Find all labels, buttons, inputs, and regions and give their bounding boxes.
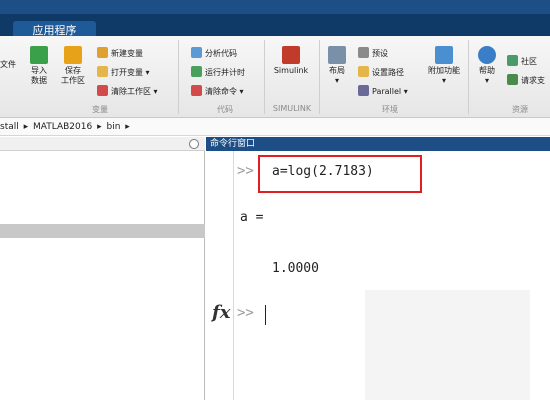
new-variable-icon	[97, 47, 108, 58]
open-variable-icon	[97, 66, 108, 77]
run-time-icon	[191, 66, 202, 77]
output-variable: a =	[240, 210, 264, 225]
panel-header	[0, 137, 205, 151]
help-icon	[478, 46, 496, 64]
preferences-button[interactable]: 预设	[358, 47, 388, 61]
ribbon-separator	[264, 40, 265, 114]
run-and-time-button[interactable]: 运行并计时	[191, 66, 245, 80]
community-button[interactable]: 社区	[507, 55, 537, 69]
clear-commands-button[interactable]: 清除命令 ▾	[191, 85, 244, 99]
group-label-environment: 环境	[382, 105, 398, 114]
request-support-button[interactable]: 请求支	[507, 74, 545, 88]
group-label-resources: 资源	[512, 105, 528, 114]
import-data-button[interactable]: 导入 数据	[26, 46, 52, 86]
command-prompt: >>	[237, 163, 254, 179]
command-gutter	[206, 151, 234, 400]
output-value: 1.0000	[272, 261, 319, 276]
path-separator: ▸	[97, 122, 102, 132]
gear-icon	[358, 47, 369, 58]
current-folder-panel	[0, 137, 205, 400]
open-variable-button[interactable]: 打开变量 ▾	[97, 66, 150, 80]
panel-options-icon[interactable]	[189, 139, 199, 149]
command-prompt: >>	[237, 305, 254, 321]
command-window-title: 命令行窗口	[206, 137, 550, 151]
import-icon	[30, 46, 48, 64]
ribbon-separator	[468, 40, 469, 114]
addons-button[interactable]: 附加功能 ▾	[424, 46, 464, 86]
save-workspace-button[interactable]: 保存 工作区	[58, 46, 88, 86]
parallel-button[interactable]: Parallel ▾	[358, 85, 408, 99]
current-folder-path[interactable]: stall ▸ MATLAB2016 ▸ bin ▸	[0, 118, 550, 136]
path-segment[interactable]: stall	[0, 122, 19, 132]
parallel-icon	[358, 85, 369, 96]
analyze-code-button[interactable]: 分析代码	[191, 47, 237, 61]
simulink-icon	[282, 46, 300, 64]
faded-area	[365, 290, 530, 400]
layout-button[interactable]: 布局 ▾	[323, 46, 351, 86]
ribbon-separator	[178, 40, 179, 114]
new-variable-button[interactable]: 新建变量	[97, 47, 143, 61]
path-segment[interactable]: MATLAB2016	[33, 122, 92, 132]
highlight-box	[258, 155, 422, 193]
path-segment[interactable]: bin	[106, 122, 120, 132]
group-label-code: 代码	[217, 105, 233, 114]
community-icon	[507, 55, 518, 66]
file-button[interactable]: 文件	[0, 58, 16, 72]
group-label-simulink: SIMULINK	[272, 104, 312, 113]
clear-workspace-icon	[97, 85, 108, 96]
title-bar	[0, 0, 550, 14]
clear-commands-icon	[191, 85, 202, 96]
group-label-variable: 变量	[92, 105, 108, 114]
layout-icon	[328, 46, 346, 64]
analyze-icon	[191, 47, 202, 58]
addons-icon	[435, 46, 453, 64]
text-cursor	[265, 305, 266, 325]
function-browser-icon[interactable]: fx	[212, 302, 230, 323]
folder-icon	[358, 66, 369, 77]
support-icon	[507, 74, 518, 85]
path-separator: ▸	[125, 122, 130, 132]
selected-file-row[interactable]	[0, 224, 205, 238]
path-separator: ▸	[23, 122, 29, 132]
set-path-button[interactable]: 设置路径	[358, 66, 404, 80]
simulink-button[interactable]: Simulink	[268, 46, 314, 76]
ribbon-separator	[319, 40, 320, 114]
clear-workspace-button[interactable]: 清除工作区 ▾	[97, 85, 158, 99]
help-button[interactable]: 帮助 ▾	[474, 46, 500, 86]
save-icon	[64, 46, 82, 64]
